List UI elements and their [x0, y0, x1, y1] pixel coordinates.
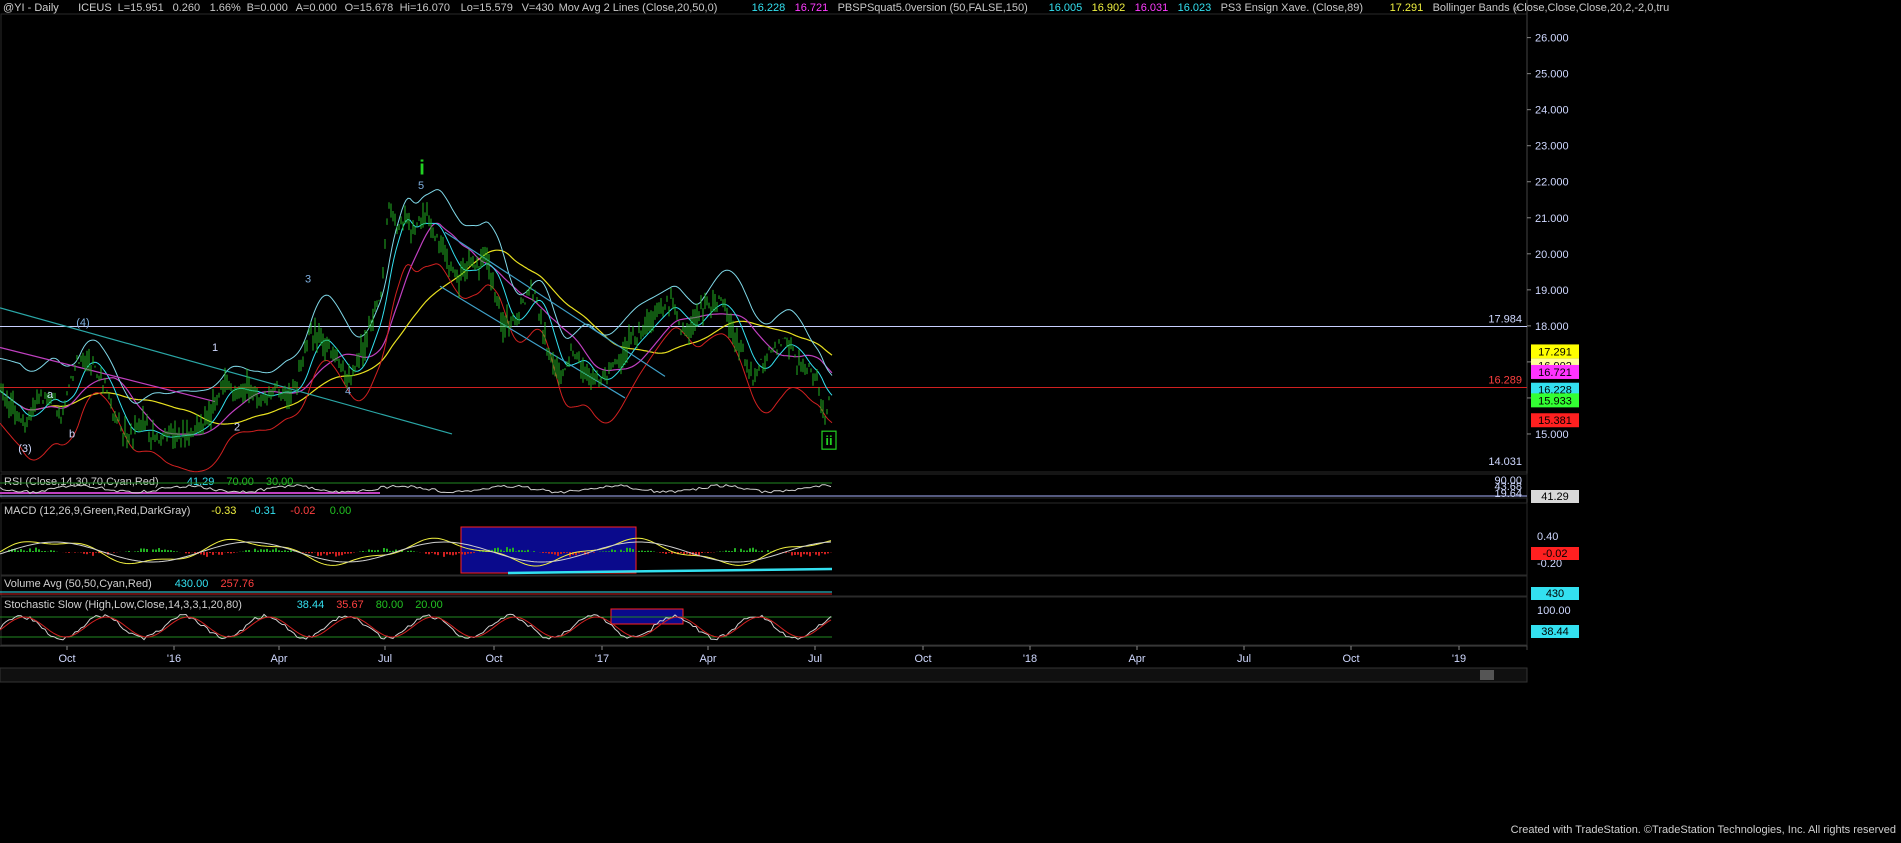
- quote-value: 1.66%: [210, 2, 241, 14]
- indicator-value: Bollinger Bands (Close,Close,Close,20,2,…: [1433, 2, 1670, 14]
- stochastic-axis-label: 100.00: [1537, 605, 1571, 617]
- wave-label[interactable]: i: [419, 158, 425, 180]
- symbol-title: @YI - Daily: [3, 2, 59, 14]
- horizontal-scrollbar[interactable]: [0, 667, 1528, 683]
- rsi-value: 70.00: [226, 476, 254, 488]
- time-tick-label: Oct: [1342, 653, 1359, 665]
- wave-box-label: ii: [825, 433, 832, 448]
- macd-value: -0.33: [211, 505, 236, 517]
- macd-axis-label: 0.40: [1537, 531, 1558, 543]
- scrollbar-thumb[interactable]: [1480, 670, 1494, 680]
- time-tick-label: Oct: [58, 653, 75, 665]
- pane-menu-icon[interactable]: «: [1514, 3, 1520, 15]
- indicator-value: 16.023: [1178, 2, 1212, 14]
- price-tick-label: 15.000: [1535, 429, 1569, 441]
- quote-value: O=15.678: [345, 2, 394, 14]
- indicator-value: 16.031: [1135, 2, 1169, 14]
- volume-current-label: 430: [1546, 588, 1564, 600]
- rsi-axis-label: 19.64: [1494, 488, 1522, 500]
- indicator-value: 16.902: [1092, 2, 1126, 14]
- volume-value: 257.76: [221, 578, 255, 590]
- wave-label[interactable]: 4: [345, 385, 351, 397]
- volume-title: Volume Avg (50,50,Cyan,Red): [4, 578, 152, 590]
- quote-value: L=15.951: [118, 2, 164, 14]
- wave-label[interactable]: 1: [212, 342, 218, 354]
- stochastic-current-label: 38.44: [1541, 626, 1569, 638]
- macd-value: -0.02: [290, 505, 315, 517]
- price-value-label: 17.291: [1538, 346, 1572, 358]
- indicator-value: PS3 Ensign Xave. (Close,89): [1221, 2, 1363, 14]
- time-tick-label: Jul: [1237, 653, 1251, 665]
- price-value-label: 16.721: [1538, 367, 1572, 379]
- time-tick-label: '17: [595, 653, 609, 665]
- time-tick-label: Apr: [699, 653, 716, 665]
- price-tick-label: 22.000: [1535, 177, 1569, 189]
- macd-current-label: -0.02: [1542, 548, 1567, 560]
- macd-title: MACD (12,26,9,Green,Red,DarkGray): [4, 505, 190, 517]
- stochastic-value: 38.44: [297, 599, 325, 611]
- wave-label[interactable]: a: [47, 389, 54, 401]
- macd-value: 0.00: [330, 505, 351, 517]
- time-tick-label: Jul: [808, 653, 822, 665]
- volume-value: 430.00: [175, 578, 209, 590]
- stochastic-value: 80.00: [376, 599, 404, 611]
- time-tick-label: Apr: [1128, 653, 1145, 665]
- quote-value: A=0.000: [296, 2, 337, 14]
- indicator-value: 16.228: [752, 2, 786, 14]
- indicator-value: PBSPSquat5.0version (50,FALSE,150): [838, 2, 1028, 14]
- wave-label[interactable]: (3): [18, 443, 31, 455]
- stochastic-value: 35.67: [336, 599, 364, 611]
- wave-label[interactable]: 2: [234, 421, 240, 433]
- indicator-value: 16.005: [1049, 2, 1083, 14]
- time-tick-label: '16: [167, 653, 181, 665]
- stochastic-value: 20.00: [415, 599, 443, 611]
- quote-value: Hi=16.070: [400, 2, 450, 14]
- time-tick-label: Jul: [378, 653, 392, 665]
- price-tick-label: 21.000: [1535, 213, 1569, 225]
- price-tick-label: 24.000: [1535, 105, 1569, 117]
- time-tick-label: '18: [1023, 653, 1037, 665]
- rsi-current-label: 41.29: [1541, 491, 1569, 503]
- price-tick-label: 25.000: [1535, 69, 1569, 81]
- macd-value: -0.31: [251, 505, 276, 517]
- exchange-label: ICEUS: [78, 2, 112, 14]
- price-tick-label: 20.000: [1535, 249, 1569, 261]
- price-tick-label: 19.000: [1535, 285, 1569, 297]
- price-level-label: 14.031: [1488, 456, 1522, 468]
- wave-label[interactable]: b: [69, 429, 75, 441]
- time-tick-label: Oct: [914, 653, 931, 665]
- wave-label[interactable]: 3: [305, 274, 311, 286]
- price-tick-label: 26.000: [1535, 33, 1569, 45]
- footer-copyright: Created with TradeStation. ©TradeStation…: [1511, 824, 1896, 836]
- price-value-label: 15.933: [1538, 395, 1572, 407]
- price-tick-label: 23.000: [1535, 141, 1569, 153]
- quote-value: V=430: [522, 2, 554, 14]
- indicator-value: 17.291: [1390, 2, 1424, 14]
- price-tick-label: 18.000: [1535, 321, 1569, 333]
- footer: Created with TradeStation. ©TradeStation…: [1511, 824, 1896, 836]
- time-tick-label: '19: [1452, 653, 1466, 665]
- quote-value: Lo=15.579: [461, 2, 513, 14]
- price-value-label: 15.381: [1538, 415, 1572, 427]
- chart-svg[interactable]: i53142(4)ab(3)ii RSI (Close,14,30,70,Cya…: [0, 0, 1901, 838]
- wave-label[interactable]: (4): [76, 317, 89, 329]
- price-level-label: 17.984: [1488, 313, 1522, 325]
- indicator-value: 16.721: [795, 2, 829, 14]
- quote-value: 0.260: [173, 2, 201, 14]
- chart-container[interactable]: i 5 3 1 4 2 (4) a b (3) ii RSI (Close,14,30,70,Cya…: [0, 0, 1901, 838]
- stochastic-title: Stochastic Slow (High,Low,Close,14,3,3,1…: [4, 599, 242, 611]
- quote-value: B=0.000: [247, 2, 288, 14]
- price-level-label: 16.289: [1488, 375, 1522, 387]
- wave-label[interactable]: 5: [418, 180, 424, 192]
- chart-background: [0, 0, 1901, 838]
- time-tick-label: Apr: [270, 653, 287, 665]
- indicator-value: Mov Avg 2 Lines (Close,20,50,0): [559, 2, 718, 14]
- time-tick-label: Oct: [485, 653, 502, 665]
